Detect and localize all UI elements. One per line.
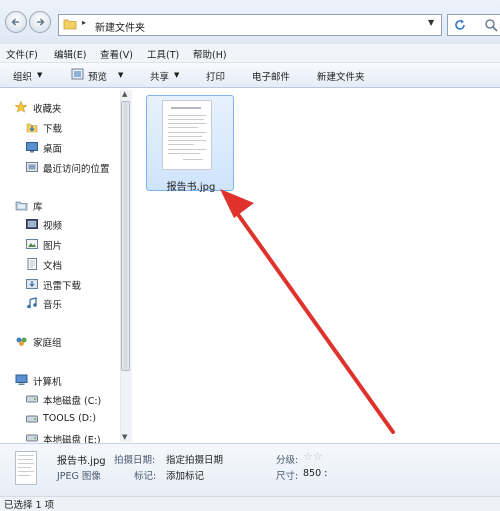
nav-homegroup[interactable]: 家庭组	[33, 335, 62, 349]
nav-videos[interactable]: 视频	[43, 218, 62, 232]
menu-tools[interactable]: 工具(T)	[147, 47, 179, 61]
file-thumbnail	[162, 100, 212, 170]
nav-libraries[interactable]: 库	[33, 199, 43, 213]
menu-file[interactable]: 文件(F)	[6, 47, 38, 61]
nav-pictures[interactable]: 图片	[43, 238, 62, 252]
nav-music[interactable]: 音乐	[43, 297, 62, 311]
red-arrow-annotation	[220, 189, 395, 434]
drive-e-icon	[26, 434, 38, 442]
scroll-down-icon[interactable]: ▼	[122, 433, 127, 441]
thunder-download-icon	[26, 279, 38, 289]
email-button[interactable]: 电子邮件	[252, 69, 290, 83]
details-file-type: JPEG 图像	[57, 471, 101, 482]
breadcrumb-chevron-icon: ▸	[82, 18, 87, 27]
file-preview-icon	[15, 451, 37, 485]
preview-dropdown-icon: ▼	[118, 71, 124, 79]
recent-places-icon	[26, 162, 38, 172]
nav-desktop[interactable]: 桌面	[43, 141, 62, 155]
computer-icon	[15, 374, 28, 385]
music-icon	[27, 297, 37, 309]
nav-computer[interactable]: 计算机	[33, 374, 62, 388]
drive-d-icon	[26, 415, 38, 423]
search-icon[interactable]	[484, 18, 498, 32]
preview-icon	[71, 68, 84, 80]
navigation-pane	[0, 88, 132, 443]
preview-button[interactable]: 预览	[88, 69, 107, 83]
drive-c-icon	[26, 395, 38, 403]
sidebar-scroll-thumb[interactable]	[121, 101, 130, 371]
star-icon: ☆	[303, 450, 313, 463]
download-folder-icon	[26, 123, 38, 133]
size-label: 尺寸:	[276, 471, 299, 482]
star-icon	[15, 101, 27, 113]
new-folder-button[interactable]: 新建文件夹	[317, 69, 365, 83]
forward-button[interactable]	[29, 11, 51, 33]
share-button[interactable]: 共享	[150, 69, 169, 83]
desktop-icon	[26, 142, 38, 153]
star-icon: ☆	[312, 450, 323, 463]
size-value: 850 :	[303, 468, 328, 479]
rating-stars[interactable]: ☆☆	[303, 450, 323, 463]
nav-downloads[interactable]: 下载	[43, 121, 62, 135]
documents-icon	[27, 258, 37, 270]
date-taken-value[interactable]: 指定拍摄日期	[166, 452, 223, 466]
date-taken-label: 拍摄日期:	[114, 455, 156, 466]
nav-drive-c[interactable]: 本地磁盘 (C:)	[43, 393, 101, 407]
back-button[interactable]	[5, 11, 27, 33]
organize-button[interactable]: 组织	[13, 69, 32, 83]
menu-edit[interactable]: 编辑(E)	[54, 47, 86, 61]
forward-arrow-icon	[37, 18, 45, 26]
menu-help[interactable]: 帮助(H)	[193, 47, 227, 61]
nav-favorites[interactable]: 收藏夹	[33, 101, 62, 115]
nav-documents[interactable]: 文档	[43, 258, 62, 272]
refresh-icon[interactable]	[453, 18, 467, 32]
nav-thunder-downloads[interactable]: 迅雷下载	[43, 278, 81, 292]
organize-dropdown-icon: ▼	[37, 71, 43, 79]
nav-recent-places[interactable]: 最近访问的位置	[43, 161, 110, 175]
homegroup-icon	[16, 337, 27, 346]
print-button[interactable]: 打印	[206, 69, 225, 83]
library-icon	[15, 201, 28, 211]
tags-value[interactable]: 添加标记	[166, 468, 204, 482]
history-dropdown-icon[interactable]: ▼	[428, 18, 434, 27]
details-file-name: 报告书.jpg	[57, 456, 106, 467]
share-dropdown-icon: ▼	[174, 71, 180, 79]
nav-drive-d[interactable]: TOOLS (D:)	[43, 413, 96, 424]
pictures-icon	[26, 239, 38, 249]
document-preview-icon	[168, 107, 206, 160]
back-arrow-icon	[11, 18, 19, 26]
tags-label: 标记:	[134, 471, 157, 482]
breadcrumb-folder[interactable]: 新建文件夹	[95, 19, 145, 34]
status-text: 已选择 1 项	[4, 500, 55, 511]
video-icon	[26, 219, 38, 229]
scroll-up-icon[interactable]: ▲	[122, 90, 127, 98]
rating-label: 分级:	[276, 455, 299, 466]
menu-view[interactable]: 查看(V)	[100, 47, 133, 61]
status-bar	[0, 496, 500, 511]
folder-icon	[63, 19, 77, 30]
